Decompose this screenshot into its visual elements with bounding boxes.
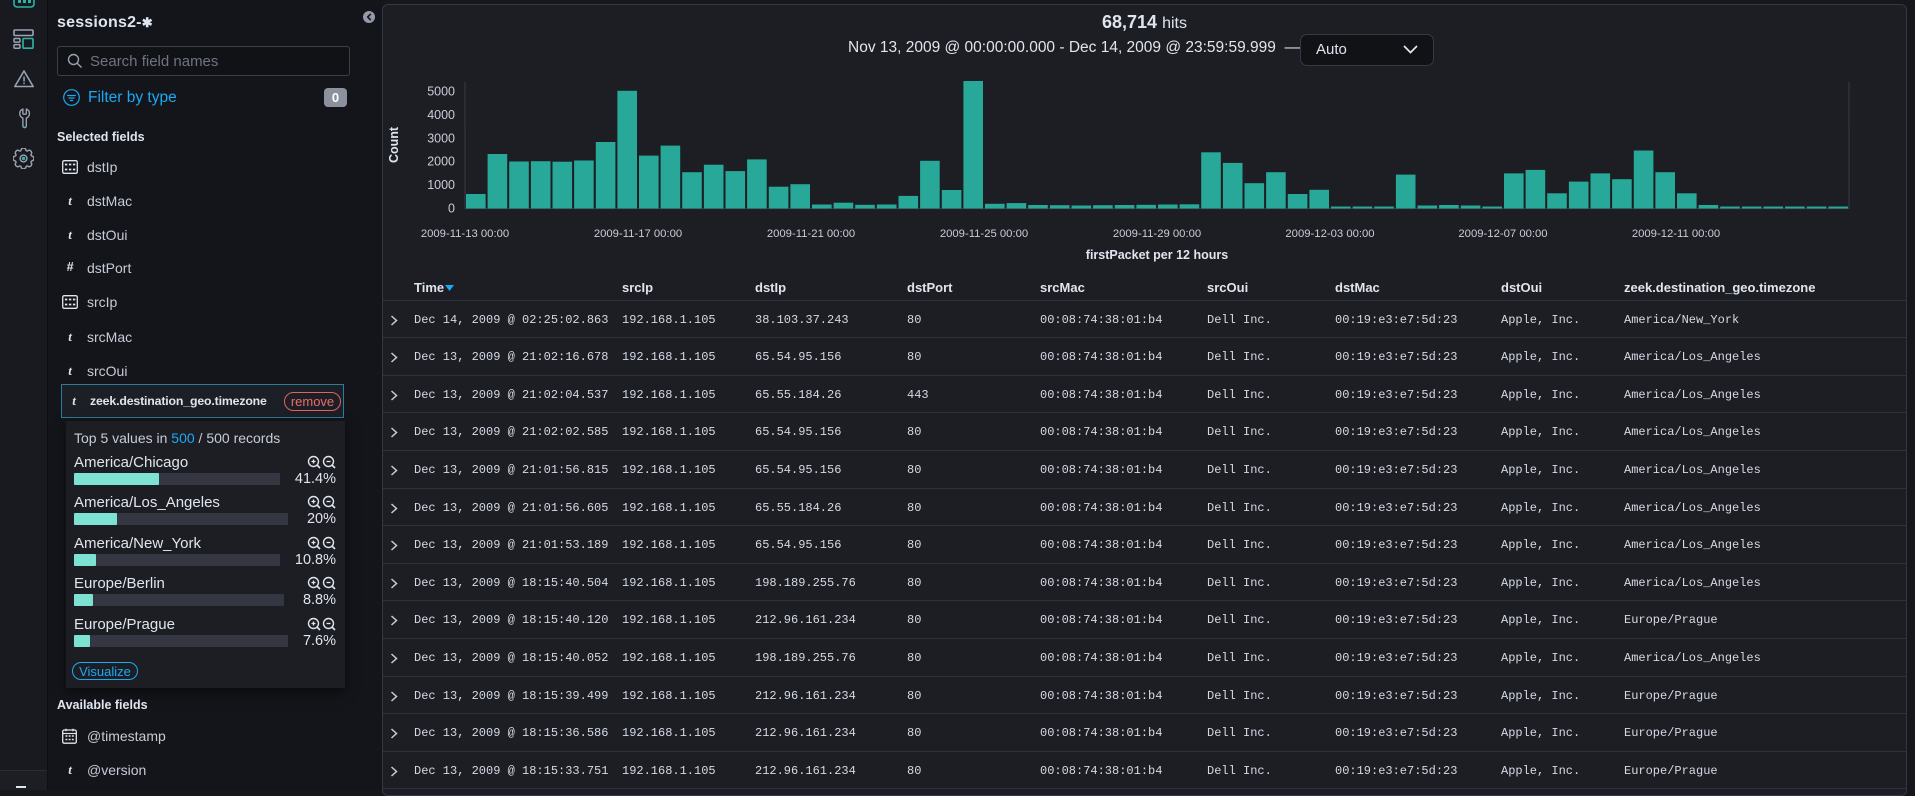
svg-text:4000: 4000: [427, 108, 455, 122]
svg-text:2009-11-29 00:00: 2009-11-29 00:00: [1113, 228, 1201, 240]
svg-text:2009-12-03 00:00: 2009-12-03 00:00: [1285, 228, 1374, 240]
svg-text:2009-12-07 00:00: 2009-12-07 00:00: [1458, 228, 1547, 240]
svg-text:2009-11-21 00:00: 2009-11-21 00:00: [767, 228, 855, 240]
svg-text:3000: 3000: [427, 131, 455, 145]
svg-text:2009-11-17 00:00: 2009-11-17 00:00: [594, 228, 682, 240]
svg-text:0: 0: [448, 202, 455, 216]
svg-text:firstPacket per 12 hours: firstPacket per 12 hours: [1086, 248, 1228, 262]
svg-text:Count: Count: [387, 126, 401, 163]
svg-text:1000: 1000: [427, 178, 455, 192]
svg-text:5000: 5000: [427, 85, 455, 99]
svg-text:2009-12-11 00:00: 2009-12-11 00:00: [1632, 228, 1720, 240]
svg-text:2009-11-13 00:00: 2009-11-13 00:00: [421, 228, 509, 240]
svg-text:2009-11-25 00:00: 2009-11-25 00:00: [940, 228, 1028, 240]
svg-text:2000: 2000: [427, 155, 455, 169]
